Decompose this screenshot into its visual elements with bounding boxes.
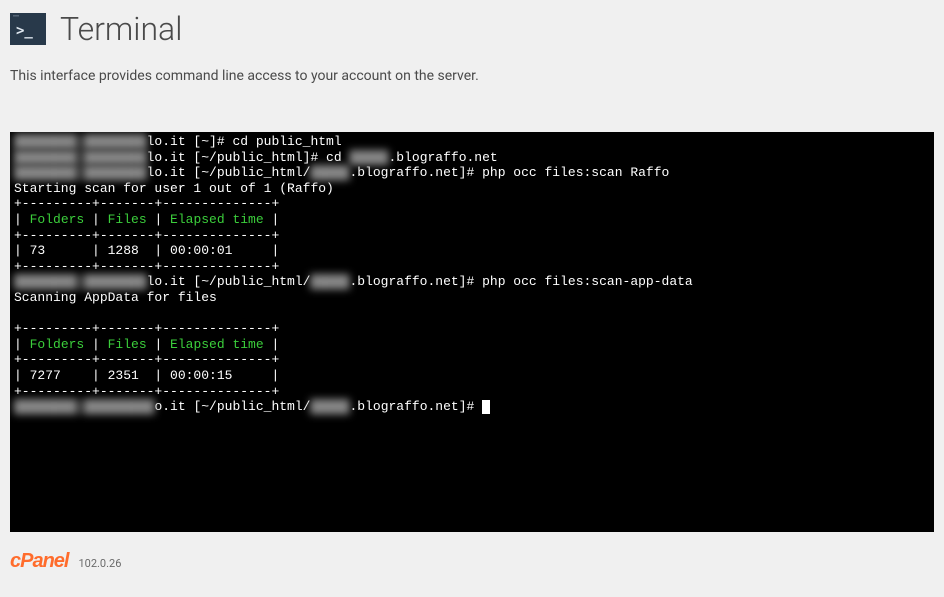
terminal-text-segment: .blograffo.net [388, 150, 497, 165]
terminal-text-segment: ████████ ████████ [14, 274, 147, 290]
terminal-text-segment: █████ [310, 399, 349, 415]
terminal-line: +---------+-------+--------------+ [14, 196, 930, 212]
terminal-line: ████████ ████████lo.it [~/public_html/██… [14, 165, 930, 181]
terminal-text-segment: +---------+-------+--------------+ [14, 384, 279, 399]
terminal-window[interactable]: ████████ ████████lo.it [~]# cd public_ht… [10, 132, 934, 532]
terminal-cursor [482, 400, 490, 414]
terminal-line: ████████ ████████lo.it [~/public_html]# … [14, 150, 930, 166]
terminal-text-segment: +---------+-------+--------------+ [14, 352, 279, 367]
terminal-text-segment: Folders [30, 337, 85, 352]
terminal-text-segment: █████ [310, 165, 349, 181]
terminal-line: | Folders | Files | Elapsed time | [14, 337, 930, 353]
terminal-text-segment: ████████ █████████ [14, 399, 154, 415]
terminal-text-segment: .blograffo.net]# php occ files:scan-app-… [349, 274, 692, 289]
terminal-text-segment: | [264, 212, 280, 227]
terminal-text-segment: lo.it [~]# cd public_html [147, 134, 342, 149]
terminal-text-segment: lo.it [~/public_html/ [147, 274, 311, 289]
terminal-text-segment: | [264, 337, 280, 352]
terminal-line: ████████ ████████lo.it [~]# cd public_ht… [14, 134, 930, 150]
terminal-text-segment: Files [108, 212, 147, 227]
page-title: Terminal [60, 10, 182, 48]
terminal-line: +---------+-------+--------------+ [14, 259, 930, 275]
terminal-text-segment: Scanning AppData for files [14, 290, 217, 305]
terminal-text-segment: o.it [~/public_html/ [154, 399, 310, 414]
terminal-text-segment: | [14, 212, 30, 227]
terminal-text-segment: lo.it [~/public_html/ [147, 165, 311, 180]
terminal-text-segment: | 7277 | 2351 | 00:00:15 | [14, 368, 279, 383]
terminal-line: +---------+-------+--------------+ [14, 384, 930, 400]
terminal-text-segment: +---------+-------+--------------+ [14, 259, 279, 274]
terminal-line: ████████ ████████lo.it [~/public_html/██… [14, 274, 930, 290]
terminal-line [14, 306, 930, 322]
terminal-text-segment: █████ [310, 274, 349, 290]
terminal-text-segment: lo.it [~/public_html]# cd [147, 150, 350, 165]
terminal-text-segment: .blograffo.net]# [349, 399, 482, 414]
terminal-line: | 73 | 1288 | 00:00:01 | [14, 243, 930, 259]
terminal-line: | 7277 | 2351 | 00:00:15 | [14, 368, 930, 384]
terminal-text-segment: ████████ ████████ [14, 165, 147, 181]
terminal-text-segment: Folders [30, 212, 85, 227]
terminal-text-segment: █████ [349, 150, 388, 166]
terminal-text-segment: | [84, 337, 107, 352]
terminal-text-segment: | [147, 337, 170, 352]
terminal-line: +---------+-------+--------------+ [14, 321, 930, 337]
terminal-icon-glyph: >_ [16, 23, 33, 39]
page-description: This interface provides command line acc… [10, 68, 934, 84]
terminal-line: Starting scan for user 1 out of 1 (Raffo… [14, 181, 930, 197]
cpanel-logo: cPanel [10, 550, 68, 573]
terminal-text-segment: +---------+-------+--------------+ [14, 228, 279, 243]
page-header: >_ Terminal [10, 10, 934, 48]
terminal-text-segment: | [147, 212, 170, 227]
cpanel-version: 102.0.26 [78, 557, 121, 570]
terminal-text-segment: Files [108, 337, 147, 352]
terminal-text-segment: .blograffo.net]# php occ files:scan Raff… [349, 165, 669, 180]
terminal-text-segment: Elapsed time [170, 337, 264, 352]
terminal-text-segment: ████████ ████████ [14, 134, 147, 150]
terminal-text-segment: Elapsed time [170, 212, 264, 227]
footer: cPanel 102.0.26 [10, 550, 934, 573]
terminal-text-segment: Starting scan for user 1 out of 1 (Raffo… [14, 181, 334, 196]
terminal-text-segment: | 73 | 1288 | 00:00:01 | [14, 243, 279, 258]
terminal-line: | Folders | Files | Elapsed time | [14, 212, 930, 228]
terminal-line: +---------+-------+--------------+ [14, 228, 930, 244]
terminal-text-segment: ████████ ████████ [14, 150, 147, 166]
terminal-line: Scanning AppData for files [14, 290, 930, 306]
terminal-line: +---------+-------+--------------+ [14, 352, 930, 368]
terminal-text-segment: | [84, 212, 107, 227]
terminal-text-segment: +---------+-------+--------------+ [14, 196, 279, 211]
terminal-text-segment: | [14, 337, 30, 352]
terminal-text-segment: +---------+-------+--------------+ [14, 321, 279, 336]
terminal-icon: >_ [10, 13, 46, 45]
terminal-line: ████████ █████████o.it [~/public_html/██… [14, 399, 930, 415]
